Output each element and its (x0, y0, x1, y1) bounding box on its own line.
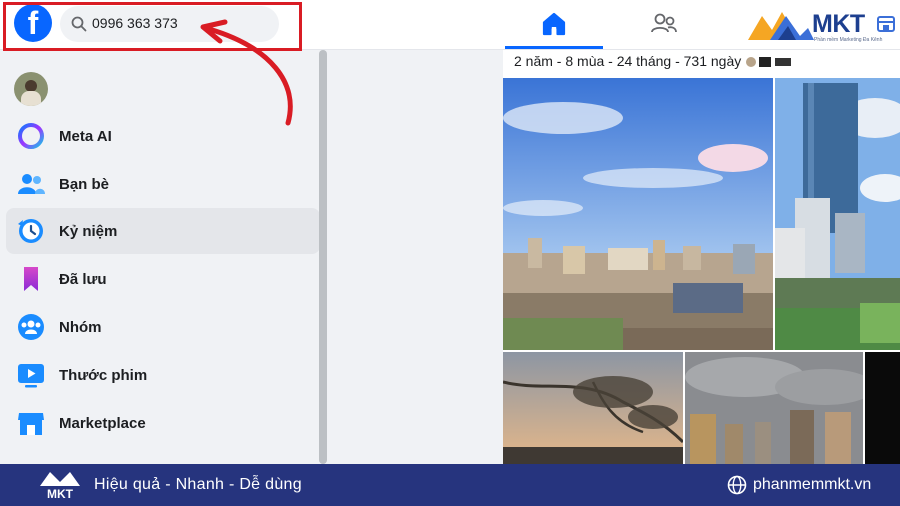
meta-ai-icon (18, 123, 44, 149)
sidebar-item-label: Meta AI (59, 128, 112, 145)
footer-slogan: Hiệu quả - Nhanh - Dễ dùng (94, 476, 302, 493)
memory-photo-city[interactable] (503, 78, 773, 350)
emoji-icons (746, 57, 791, 67)
feed-spacer (328, 50, 503, 464)
bookmark-icon (24, 267, 38, 291)
memory-photo-dark[interactable] (865, 352, 900, 464)
friends-icon (18, 174, 45, 194)
memory-photo-sunset[interactable] (503, 352, 683, 464)
footer-url-link[interactable]: phanmemmkt.vn (753, 476, 871, 494)
memory-photo-cloudy[interactable] (685, 352, 863, 464)
footer-logo-text: MKT (47, 487, 74, 501)
sidebar-item-videos[interactable]: Thước phim (6, 352, 320, 398)
sidebar-item-friends[interactable]: Bạn bè (6, 161, 320, 207)
globe-icon (727, 475, 747, 495)
sidebar-item-saved[interactable]: Đã lưu (6, 256, 320, 302)
memories-photo-grid (503, 78, 900, 464)
sidebar-item-label: Thước phim (59, 367, 148, 384)
friends-tab-icon[interactable] (648, 8, 680, 40)
shop-icon (877, 16, 895, 32)
sidebar-item-label: Bạn bè (59, 176, 110, 193)
mkt-footer-logo-icon: MKT (40, 472, 80, 501)
memories-header: 2 năm - 8 mùa - 24 tháng - 731 ngày (503, 50, 900, 78)
mkt-mountain-icon (748, 12, 814, 40)
home-icon[interactable] (536, 6, 572, 42)
sidebar-item-label: Nhóm (59, 319, 102, 336)
home-tab-indicator (505, 46, 603, 49)
sidebar-item-memories[interactable]: Kỷ niệm (6, 208, 320, 254)
sidebar-item-label: Kỷ niệm (59, 223, 118, 240)
sidebar-item-groups[interactable]: Nhóm (6, 304, 320, 350)
groups-icon (18, 314, 44, 340)
sidebar-item-label: Marketplace (59, 415, 146, 432)
sidebar-item-meta-ai[interactable]: Meta AI (6, 113, 320, 159)
mkt-brand-logo: MKT Phần mềm Marketing Đa Kênh (748, 6, 896, 46)
memories-clock-icon (18, 219, 43, 243)
sidebar-item-marketplace[interactable]: Marketplace (6, 400, 320, 446)
mkt-brand-name: MKT (812, 10, 865, 38)
mkt-brand-tagline: Phần mềm Marketing Đa Kênh (814, 37, 883, 43)
sidebar-item-label: Đã lưu (59, 271, 107, 288)
marketplace-icon (18, 413, 44, 435)
footer-banner: MKT Hiệu quả - Nhanh - Dễ dùng phanmemmk… (0, 464, 900, 506)
video-icon (18, 364, 44, 388)
memory-photo-tower[interactable] (775, 78, 900, 350)
sidebar-scrollbar[interactable] (319, 50, 327, 464)
red-highlight-frame (3, 2, 302, 51)
memories-summary: 2 năm - 8 mùa - 24 tháng - 731 ngày (514, 53, 742, 69)
left-sidebar: Meta AI Bạn bè Kỷ niệm Đã lưu Nhóm Thước… (0, 50, 328, 464)
avatar[interactable] (14, 72, 48, 106)
